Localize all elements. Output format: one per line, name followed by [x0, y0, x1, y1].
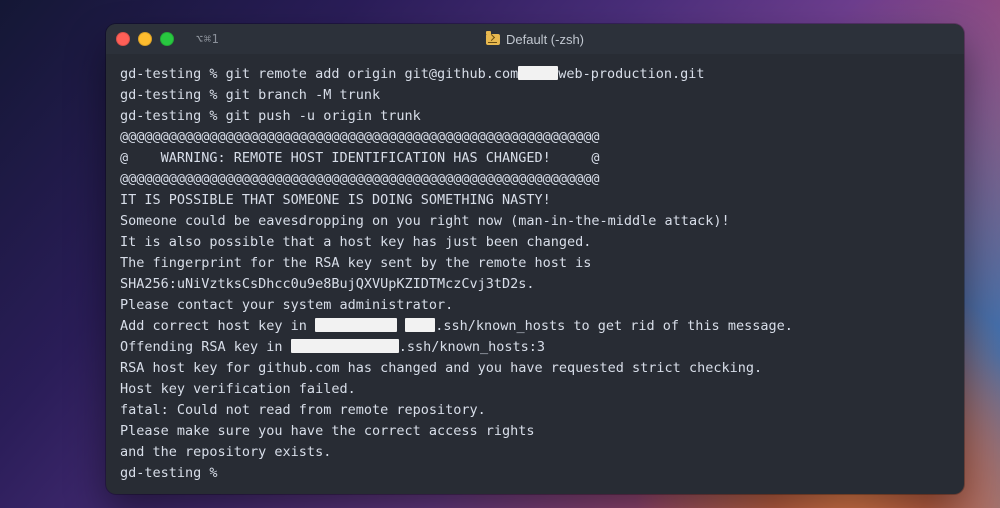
- redacted-segment: [518, 66, 558, 80]
- terminal-text: Add correct host key in: [120, 318, 315, 334]
- terminal-text: Host key verification failed.: [120, 381, 356, 397]
- redacted-segment: [315, 318, 397, 332]
- terminal-text: Offending RSA key in: [120, 339, 291, 355]
- terminal-window[interactable]: ⌥⌘1 Default (-zsh) gd-testing % git remo…: [106, 24, 964, 494]
- terminal-text: fatal: Could not read from remote reposi…: [120, 402, 486, 418]
- redacted-segment: [405, 318, 435, 332]
- terminal-text: gd-testing % git branch -M trunk: [120, 87, 380, 103]
- terminal-output[interactable]: gd-testing % git remote add origin git@g…: [106, 54, 964, 494]
- terminal-text: @@@@@@@@@@@@@@@@@@@@@@@@@@@@@@@@@@@@@@@@…: [120, 171, 600, 187]
- zoom-button[interactable]: [160, 32, 174, 46]
- terminal-line: gd-testing % git branch -M trunk: [120, 85, 950, 106]
- terminal-line: @ WARNING: REMOTE HOST IDENTIFICATION HA…: [120, 148, 950, 169]
- terminal-line: It is also possible that a host key has …: [120, 232, 950, 253]
- window-title: Default (-zsh): [486, 32, 584, 47]
- terminal-text: Someone could be eavesdropping on you ri…: [120, 213, 730, 229]
- terminal-line: gd-testing %: [120, 463, 950, 484]
- terminal-line: Please make sure you have the correct ac…: [120, 421, 950, 442]
- terminal-line: @@@@@@@@@@@@@@@@@@@@@@@@@@@@@@@@@@@@@@@@…: [120, 169, 950, 190]
- window-controls: [116, 32, 174, 46]
- terminal-text: gd-testing % git push -u origin trunk: [120, 108, 421, 124]
- terminal-line: Someone could be eavesdropping on you ri…: [120, 211, 950, 232]
- tab-shortcut-hint: ⌥⌘1: [196, 32, 219, 46]
- terminal-text: and the repository exists.: [120, 444, 331, 460]
- terminal-text: [397, 318, 405, 334]
- terminal-text: gd-testing % git remote add origin git@g…: [120, 66, 518, 82]
- terminal-text: .ssh/known_hosts to get rid of this mess…: [435, 318, 793, 334]
- terminal-text: The fingerprint for the RSA key sent by …: [120, 255, 591, 271]
- terminal-line: Offending RSA key in .ssh/known_hosts:3: [120, 337, 950, 358]
- terminal-line: and the repository exists.: [120, 442, 950, 463]
- desktop-background: ⌥⌘1 Default (-zsh) gd-testing % git remo…: [0, 0, 1000, 508]
- terminal-line: Add correct host key in .ssh/known_hosts…: [120, 316, 950, 337]
- terminal-text: .ssh/known_hosts:3: [399, 339, 545, 355]
- terminal-text: IT IS POSSIBLE THAT SOMEONE IS DOING SOM…: [120, 192, 551, 208]
- close-button[interactable]: [116, 32, 130, 46]
- terminal-line: Host key verification failed.: [120, 379, 950, 400]
- terminal-line: gd-testing % git remote add origin git@g…: [120, 64, 950, 85]
- window-title-text: Default (-zsh): [506, 32, 584, 47]
- terminal-line: fatal: Could not read from remote reposi…: [120, 400, 950, 421]
- terminal-text: @ WARNING: REMOTE HOST IDENTIFICATION HA…: [120, 150, 600, 166]
- redacted-segment: [291, 339, 399, 353]
- terminal-line: The fingerprint for the RSA key sent by …: [120, 253, 950, 274]
- terminal-text: It is also possible that a host key has …: [120, 234, 591, 250]
- folder-prompt-icon: [486, 34, 500, 45]
- window-titlebar[interactable]: ⌥⌘1 Default (-zsh): [106, 24, 964, 54]
- terminal-line: Please contact your system administrator…: [120, 295, 950, 316]
- terminal-text: Please contact your system administrator…: [120, 297, 453, 313]
- terminal-line: gd-testing % git push -u origin trunk: [120, 106, 950, 127]
- terminal-text: Please make sure you have the correct ac…: [120, 423, 535, 439]
- terminal-line: IT IS POSSIBLE THAT SOMEONE IS DOING SOM…: [120, 190, 950, 211]
- terminal-text: gd-testing %: [120, 465, 226, 481]
- minimize-button[interactable]: [138, 32, 152, 46]
- terminal-text: SHA256:uNiVztksCsDhcc0u9e8BujQXVUpKZIDTM…: [120, 276, 535, 292]
- terminal-line: @@@@@@@@@@@@@@@@@@@@@@@@@@@@@@@@@@@@@@@@…: [120, 127, 950, 148]
- terminal-line: SHA256:uNiVztksCsDhcc0u9e8BujQXVUpKZIDTM…: [120, 274, 950, 295]
- terminal-line: RSA host key for github.com has changed …: [120, 358, 950, 379]
- terminal-text: RSA host key for github.com has changed …: [120, 360, 762, 376]
- terminal-text: @@@@@@@@@@@@@@@@@@@@@@@@@@@@@@@@@@@@@@@@…: [120, 129, 600, 145]
- terminal-text: web-production.git: [558, 66, 704, 82]
